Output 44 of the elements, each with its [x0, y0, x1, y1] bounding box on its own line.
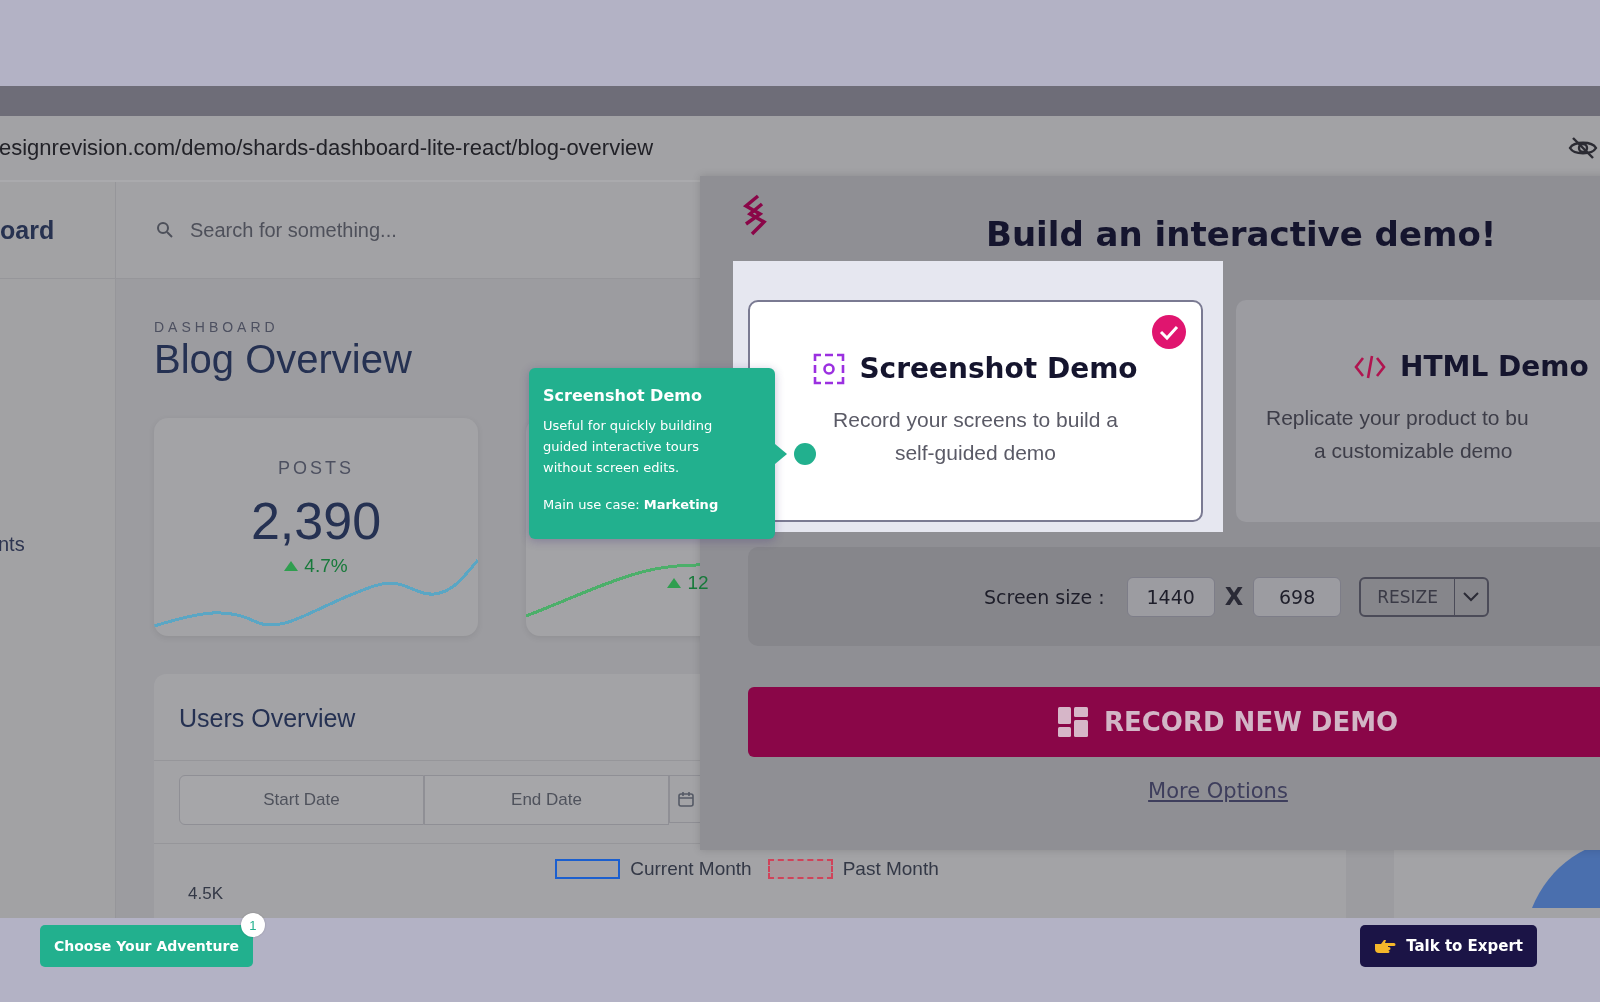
brand-text: oard — [0, 182, 115, 279]
width-input[interactable]: 1440 — [1126, 576, 1215, 617]
tooltip-text: Main use case: Marketing — [543, 497, 720, 512]
tooltip-text: Useful for quickly building guided interactive tours without screen edits. — [543, 417, 714, 477]
stat-label: POSTS — [278, 458, 354, 479]
logo-icon — [740, 193, 768, 236]
height-input[interactable]: 698 — [1253, 576, 1342, 617]
times-sign: X — [1224, 582, 1244, 611]
pointing-hand-icon — [1374, 939, 1397, 953]
end-date-field[interactable]: End Date — [424, 775, 669, 825]
option-description: Replicate your product to bu — [1266, 405, 1529, 431]
axis-label: 4.5K — [188, 884, 223, 904]
legend-label: Current Month — [630, 858, 752, 880]
page-subtitle: DASHBOARD — [154, 319, 279, 335]
screen-size-label: Screen size : — [984, 585, 1105, 608]
sidebar-item[interactable]: nts — [0, 533, 115, 556]
grid-icon — [1058, 707, 1088, 737]
option-description: a customizable demo — [1314, 438, 1513, 464]
demo-option-card[interactable]: Screenshot Demo Record your screens to build a self-guided demo — [748, 300, 1203, 522]
chevron-down-icon — [1462, 591, 1479, 602]
option-description: Record your screens to build a self-guided demo — [832, 407, 1119, 466]
option-title: Screenshot Demo — [859, 352, 1138, 385]
more-options-link[interactable]: More Options — [1148, 779, 1288, 803]
stat-value: 2,390 — [250, 491, 382, 551]
talk-to-expert-button[interactable]: Talk to Expert — [1360, 925, 1537, 967]
calendar-icon — [678, 791, 694, 807]
change-value: 4.7% — [304, 555, 348, 577]
up-triangle-icon — [667, 578, 682, 588]
up-triangle-icon — [284, 561, 299, 571]
change-value: 12 — [687, 572, 709, 594]
legend-label: Past Month — [842, 858, 939, 880]
search-field[interactable]: Search for something... — [156, 217, 556, 243]
url-text: esignrevision.com/demo/shards-dashboard-lite-react/blog-overview — [0, 135, 654, 161]
page-title: Blog Overview — [154, 337, 412, 382]
screenshot-icon — [813, 352, 846, 385]
record-button[interactable]: RECORD NEW DEMO — [748, 687, 1600, 757]
hidden-eye-icon — [1568, 136, 1598, 160]
modal-title: Build an interactive demo! — [986, 213, 1497, 254]
demo-option-card[interactable]: HTML Demo Replicate your product to bu a customizable demo — [1236, 300, 1600, 522]
start-date-field[interactable]: Start Date — [179, 775, 424, 825]
tooltip-title: Screenshot Demo — [543, 386, 703, 405]
check-icon — [1151, 314, 1187, 350]
search-icon — [156, 221, 174, 239]
option-title: HTML Demo — [1400, 350, 1589, 383]
